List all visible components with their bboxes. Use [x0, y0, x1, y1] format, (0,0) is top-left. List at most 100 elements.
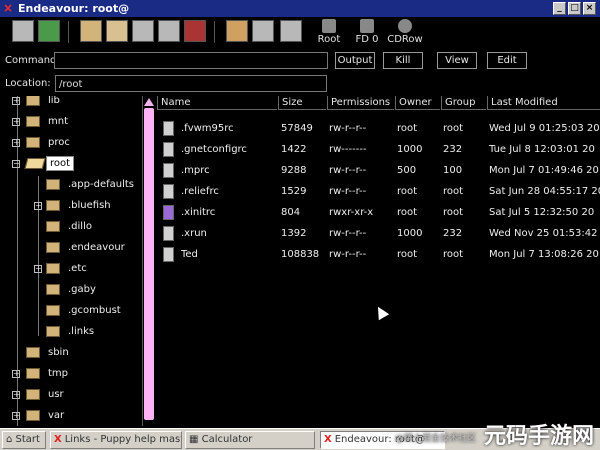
move-icon[interactable]: [106, 20, 128, 42]
file-size: 804: [281, 207, 301, 218]
taskbar-item-label: Links - Puppy help maste...: [64, 434, 182, 445]
output-button[interactable]: Output: [335, 52, 375, 69]
file-group: root: [443, 249, 464, 260]
file-row[interactable]: .mprc 9288 rw-r--r-- 500 100 Mon Jul 7 0…: [157, 160, 600, 181]
tree-scrollbar[interactable]: [142, 96, 155, 426]
expand-icon[interactable]: +: [12, 412, 20, 420]
file-owner: 500: [397, 165, 417, 176]
forward-icon[interactable]: [38, 20, 60, 42]
taskbar-item-calculator[interactable]: ▦ Calculator: [185, 431, 315, 449]
file-row[interactable]: .xrun 1392 rw-r--r-- 1000 232 Wed Nov 25…: [157, 223, 600, 244]
column-header-group[interactable]: Group: [441, 96, 486, 110]
file-row[interactable]: .fvwm95rc 57849 rw-r--r-- root root Wed …: [157, 118, 600, 139]
file-owner: 1000: [397, 228, 423, 239]
column-header-name[interactable]: Name: [157, 96, 277, 110]
file-size: 1529: [281, 186, 307, 197]
file-row[interactable]: .reliefrc 1529 rw-r--r-- root root Sat J…: [157, 181, 600, 202]
tree-item[interactable]: .endeavour: [34, 239, 142, 259]
edit-button[interactable]: Edit: [487, 52, 527, 69]
close-icon[interactable]: ×: [583, 2, 596, 15]
expand-icon[interactable]: +: [12, 391, 20, 399]
file-permissions: rw-r--r--: [329, 123, 367, 134]
tree-item[interactable]: sbin: [12, 344, 142, 364]
floppy-button[interactable]: FD 0: [349, 19, 385, 47]
file-row[interactable]: Ted 108838 rw-r--r-- root root Mon Jul 7…: [157, 244, 600, 265]
link-icon[interactable]: [158, 20, 180, 42]
file-row[interactable]: .gnetconfigrc 1422 rw------- 1000 232 Tu…: [157, 139, 600, 160]
properties-icon[interactable]: [226, 20, 248, 42]
root-button[interactable]: Root: [311, 19, 347, 47]
tree-item-label: lib: [48, 96, 60, 106]
tree-item[interactable]: + .etc: [34, 260, 142, 280]
expand-icon[interactable]: +: [12, 370, 20, 378]
expand-icon[interactable]: +: [34, 265, 42, 273]
start-button[interactable]: ⌂ Start: [2, 431, 46, 449]
file-group: 100: [443, 165, 463, 176]
x-close-icon[interactable]: ×: [3, 1, 13, 15]
file-name: .reliefrc: [181, 186, 219, 197]
tree-item[interactable]: + lib: [12, 96, 142, 112]
tree-item[interactable]: + tmp: [12, 365, 142, 385]
watermark-text: 元码手游网: [483, 424, 594, 449]
collapse-icon[interactable]: −: [12, 160, 20, 168]
column-header-modified[interactable]: Last Modified: [487, 96, 600, 110]
folder-icon: [26, 347, 40, 358]
file-row[interactable]: .xinitrc 804 rwxr-xr-x root root Sat Jul…: [157, 202, 600, 223]
root-button-label: Root: [317, 34, 341, 45]
location-input[interactable]: /root: [55, 75, 327, 92]
window-title: Endeavour: root@: [18, 2, 130, 15]
file-list: Name Size Permissions Owner Group Last M…: [157, 96, 600, 426]
tree-item[interactable]: + .bluefish: [34, 197, 142, 217]
folder-icon: [46, 305, 60, 316]
taskbar-item-links[interactable]: XLinks - Puppy help maste...: [50, 431, 182, 449]
expand-icon[interactable]: +: [12, 97, 20, 105]
folder-icon: [26, 368, 40, 379]
file-group: root: [443, 186, 464, 197]
tree-item[interactable]: + var: [12, 407, 142, 426]
file-name: .fvwm95rc: [181, 123, 234, 134]
tree-item[interactable]: + usr: [12, 386, 142, 406]
tree-item[interactable]: + proc: [12, 134, 142, 154]
file-name: .xrun: [181, 228, 207, 239]
details-view-icon[interactable]: [252, 20, 274, 42]
new-folder-icon[interactable]: [80, 20, 102, 42]
window-title-bar: × Endeavour: root@ _ □ ×: [0, 0, 600, 17]
kill-button[interactable]: Kill: [383, 52, 423, 69]
column-header-size[interactable]: Size: [278, 96, 326, 110]
expand-icon[interactable]: +: [34, 202, 42, 210]
delete-icon[interactable]: [184, 20, 206, 42]
file-group: 232: [443, 228, 463, 239]
tree-item[interactable]: + mnt: [12, 113, 142, 133]
tree-item[interactable]: .dillo: [34, 218, 142, 238]
calculator-icon: ▦: [189, 434, 202, 445]
file-permissions: rw-------: [329, 144, 367, 155]
tree-item-root[interactable]: − root: [12, 155, 142, 175]
tree-item[interactable]: .links: [34, 323, 142, 343]
expand-icon[interactable]: +: [12, 139, 20, 147]
document-icon: [163, 247, 174, 262]
minimize-icon[interactable]: _: [553, 2, 566, 15]
tree-item-label: usr: [48, 389, 64, 400]
expand-icon[interactable]: +: [12, 118, 20, 126]
copy-icon[interactable]: [132, 20, 154, 42]
floppy-icon: [360, 19, 374, 33]
filter-icon[interactable]: [280, 20, 302, 42]
tree-item[interactable]: .gcombust: [34, 302, 142, 322]
view-button[interactable]: View: [437, 52, 477, 69]
maximize-icon[interactable]: □: [568, 2, 581, 15]
scrollbar-thumb[interactable]: [144, 108, 154, 420]
column-header-owner[interactable]: Owner: [395, 96, 440, 110]
back-icon[interactable]: [12, 20, 34, 42]
watermark: @稀土掘金技术社区 元码手游网: [395, 418, 594, 450]
scroll-up-icon[interactable]: [144, 98, 154, 106]
file-size: 57849: [281, 123, 313, 134]
tree-item[interactable]: .app-defaults: [34, 176, 142, 196]
command-input[interactable]: [54, 52, 328, 69]
file-group: root: [443, 123, 464, 134]
cdrom-button[interactable]: CDRow: [387, 19, 423, 47]
tree-item[interactable]: .gaby: [34, 281, 142, 301]
file-name: .mprc: [181, 165, 210, 176]
toolbar: Root FD 0 CDRow: [0, 17, 600, 50]
column-header-permissions[interactable]: Permissions: [327, 96, 394, 110]
folder-icon: [46, 263, 60, 274]
